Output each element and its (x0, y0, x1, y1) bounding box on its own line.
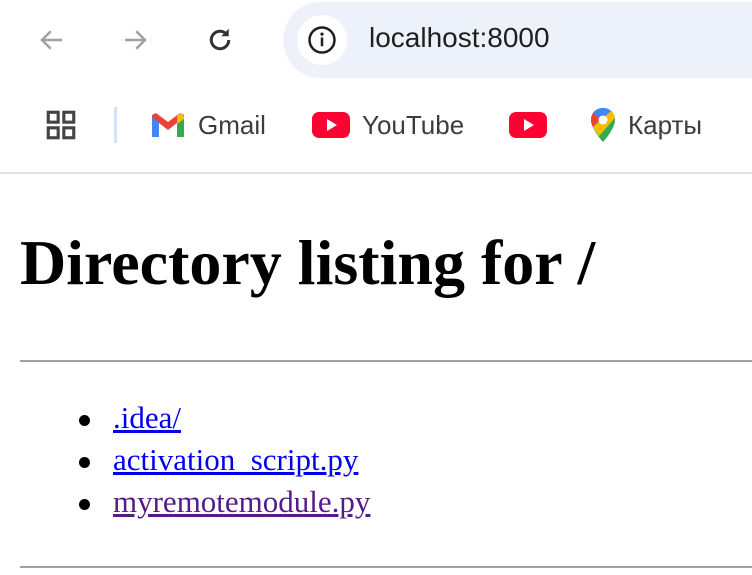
bullet (79, 457, 90, 468)
file-list: .idea/ activation_script.py myremotemodu… (0, 400, 500, 526)
apps-grid-icon (46, 110, 76, 140)
list-item: activation_script.py (0, 442, 500, 484)
bookmark-label: YouTube (362, 109, 465, 140)
file-link[interactable]: .idea/ (113, 400, 181, 436)
list-item: myremotemodule.py (0, 484, 500, 526)
bookmark-gmail[interactable]: Gmail (150, 105, 266, 145)
arrow-right-icon (125, 30, 147, 50)
bookmark-maps[interactable]: Карты (590, 105, 702, 145)
toolbar-divider (0, 172, 752, 174)
browser-toolbar: localhost:8000 (0, 0, 752, 80)
bookmarks-separator (114, 107, 117, 143)
horizontal-rule (20, 360, 752, 362)
list-item: .idea/ (0, 400, 500, 442)
file-link-visited[interactable]: myremotemodule.py (113, 484, 370, 520)
bookmarks-bar: Gmail YouTube Карты (0, 95, 752, 155)
address-bar[interactable]: localhost:8000 (283, 2, 752, 78)
reload-button[interactable] (200, 20, 240, 60)
info-icon (308, 26, 336, 54)
site-info-button[interactable] (297, 15, 347, 65)
youtube-icon (312, 112, 350, 138)
reload-icon (209, 28, 231, 51)
forward-button[interactable] (115, 20, 155, 60)
bookmark-youtube[interactable]: YouTube (312, 105, 464, 145)
horizontal-rule (20, 566, 752, 568)
back-button[interactable] (32, 20, 72, 60)
youtube-icon (509, 112, 547, 138)
file-link[interactable]: activation_script.py (113, 442, 358, 478)
page-title: Directory listing for / (20, 227, 596, 298)
bullet (79, 415, 90, 426)
bookmark-label: Gmail (198, 109, 266, 140)
arrow-left-icon (40, 30, 62, 50)
bookmark-label: Карты (628, 109, 703, 140)
maps-icon (591, 108, 615, 142)
bookmark-youtube-2[interactable] (509, 105, 547, 145)
bullet (79, 499, 90, 510)
gmail-icon (152, 113, 184, 137)
url-text[interactable]: localhost:8000 (369, 22, 550, 54)
apps-button[interactable] (44, 105, 78, 145)
